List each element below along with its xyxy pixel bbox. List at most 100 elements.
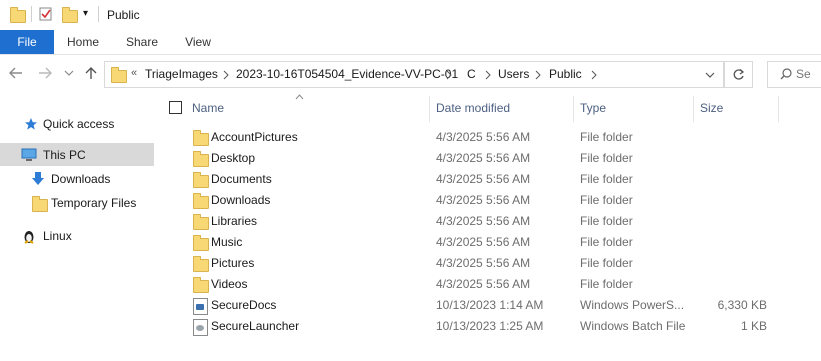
- file-row[interactable]: Desktop 4/3/2025 5:56 AM File folder: [160, 148, 780, 169]
- file-date: 4/3/2025 5:56 AM: [436, 193, 531, 207]
- file-type: File folder: [580, 130, 633, 144]
- file-name: SecureLauncher: [211, 319, 300, 333]
- penguin-icon: [24, 231, 34, 244]
- file-name: Downloads: [211, 193, 271, 207]
- file-date: 4/3/2025 5:56 AM: [436, 214, 531, 228]
- sort-ascending-icon: [295, 94, 304, 100]
- search-placeholder: Se: [796, 67, 811, 81]
- file-date: 4/3/2025 5:56 AM: [436, 130, 531, 144]
- file-name: Music: [211, 235, 243, 249]
- folder-icon: [193, 277, 209, 293]
- refresh-button[interactable]: [724, 61, 753, 88]
- file-row[interactable]: Music 4/3/2025 5:56 AM File folder: [160, 232, 780, 253]
- star-icon: [25, 118, 37, 130]
- file-type: File folder: [580, 151, 633, 165]
- file-name: Libraries: [211, 214, 258, 228]
- tab-home[interactable]: Home: [61, 30, 105, 54]
- separator: [98, 6, 99, 22]
- select-all-checkbox[interactable]: [169, 101, 182, 114]
- file-date: 4/3/2025 5:56 AM: [436, 256, 531, 270]
- file-type: Windows PowerS...: [580, 298, 685, 312]
- folder-icon: [193, 151, 209, 167]
- column-divider[interactable]: [573, 96, 574, 122]
- forward-arrow-icon[interactable]: [38, 67, 52, 79]
- tab-view[interactable]: View: [176, 30, 220, 54]
- back-arrow-icon[interactable]: [9, 67, 23, 79]
- computer-icon: [21, 148, 37, 161]
- folder-icon: [193, 193, 209, 209]
- sidebar-item-label: Linux: [43, 229, 72, 243]
- properties-icon[interactable]: [38, 6, 54, 22]
- column-divider[interactable]: [778, 96, 779, 122]
- breadcrumb-c[interactable]: C: [467, 67, 476, 81]
- file-row[interactable]: Libraries 4/3/2025 5:56 AM File folder: [160, 211, 780, 232]
- breadcrumb-users[interactable]: Users: [498, 67, 529, 81]
- tab-file[interactable]: File: [0, 30, 54, 54]
- column-header-size[interactable]: Size: [700, 101, 723, 115]
- folder-icon: [193, 130, 209, 146]
- tab-share[interactable]: Share: [120, 30, 164, 54]
- folder-icon: [193, 214, 209, 230]
- file-row[interactable]: SecureDocs 10/13/2023 1:14 AM Windows Po…: [160, 295, 780, 316]
- column-header-date-modified[interactable]: Date modified: [436, 101, 510, 115]
- file-type: File folder: [580, 193, 633, 207]
- breadcrumb-overflow[interactable]: «: [131, 67, 137, 79]
- file-name: AccountPictures: [211, 130, 298, 144]
- file-name: Documents: [211, 172, 272, 186]
- new-folder-icon[interactable]: [62, 7, 78, 23]
- powershell-script-icon: [193, 298, 208, 315]
- window-title: Public: [107, 8, 140, 22]
- chevron-right-icon[interactable]: [222, 70, 230, 80]
- up-arrow-icon[interactable]: [84, 66, 98, 80]
- recent-locations-chevron-icon[interactable]: [64, 69, 74, 77]
- file-row[interactable]: Downloads 4/3/2025 5:56 AM File folder: [160, 190, 780, 211]
- file-row[interactable]: Documents 4/3/2025 5:56 AM File folder: [160, 169, 780, 190]
- folder-icon[interactable]: [10, 7, 26, 23]
- breadcrumb-evidence[interactable]: 2023-10-16T054504_Evidence-VV-PC-01: [236, 67, 458, 81]
- file-type: File folder: [580, 277, 633, 291]
- chevron-right-icon[interactable]: [590, 70, 598, 80]
- sidebar-item-label: This PC: [43, 148, 86, 162]
- search-box[interactable]: Se: [767, 61, 821, 88]
- download-arrow-icon: [32, 172, 44, 185]
- sidebar-item-label: Quick access: [43, 117, 115, 131]
- ribbon: File Home Share View: [0, 30, 821, 55]
- file-name: Desktop: [211, 151, 256, 165]
- file-date: 4/3/2025 5:56 AM: [436, 235, 531, 249]
- file-type: File folder: [580, 256, 633, 270]
- chevron-right-icon[interactable]: [534, 70, 542, 80]
- file-size: 1 KB: [740, 319, 767, 333]
- file-row[interactable]: Pictures 4/3/2025 5:56 AM File folder: [160, 253, 780, 274]
- file-row[interactable]: AccountPictures 4/3/2025 5:56 AM File fo…: [160, 127, 780, 148]
- sidebar-item-label: Temporary Files: [51, 196, 137, 210]
- column-header-type[interactable]: Type: [580, 101, 606, 115]
- column-header-name[interactable]: Name: [192, 101, 224, 115]
- file-type: File folder: [580, 214, 633, 228]
- title-bar: ▾ Public: [0, 0, 821, 30]
- file-row[interactable]: Videos 4/3/2025 5:56 AM File folder: [160, 274, 780, 295]
- file-name: Pictures: [211, 256, 255, 270]
- folder-icon: [111, 67, 127, 83]
- file-date: 4/3/2025 5:56 AM: [436, 151, 531, 165]
- address-history-dropdown-icon[interactable]: [705, 71, 715, 79]
- file-name: SecureDocs: [211, 298, 277, 312]
- column-divider[interactable]: [429, 96, 430, 122]
- breadcrumb-public[interactable]: Public: [549, 67, 582, 81]
- breadcrumb-triageimages[interactable]: TriageImages: [145, 67, 218, 81]
- refresh-icon: [733, 69, 745, 80]
- folder-icon: [193, 235, 209, 251]
- sidebar-item-label: Downloads: [51, 172, 111, 186]
- file-row[interactable]: SecureLauncher 10/13/2023 1:25 AM Window…: [160, 316, 780, 337]
- customize-toolbar-dropdown-icon[interactable]: ▾: [83, 8, 88, 19]
- file-type: File folder: [580, 172, 633, 186]
- column-divider[interactable]: [693, 96, 694, 122]
- separator: [31, 6, 32, 22]
- file-date: 10/13/2023 1:14 AM: [436, 298, 544, 312]
- address-bar[interactable]: « TriageImages 2023-10-16T054504_Evidenc…: [104, 61, 724, 88]
- file-type: File folder: [580, 235, 633, 249]
- chevron-right-icon[interactable]: [484, 70, 492, 80]
- chevron-right-icon[interactable]: [445, 70, 453, 80]
- batch-file-icon: [193, 319, 208, 336]
- folder-icon: [193, 172, 209, 188]
- search-icon: [780, 68, 792, 80]
